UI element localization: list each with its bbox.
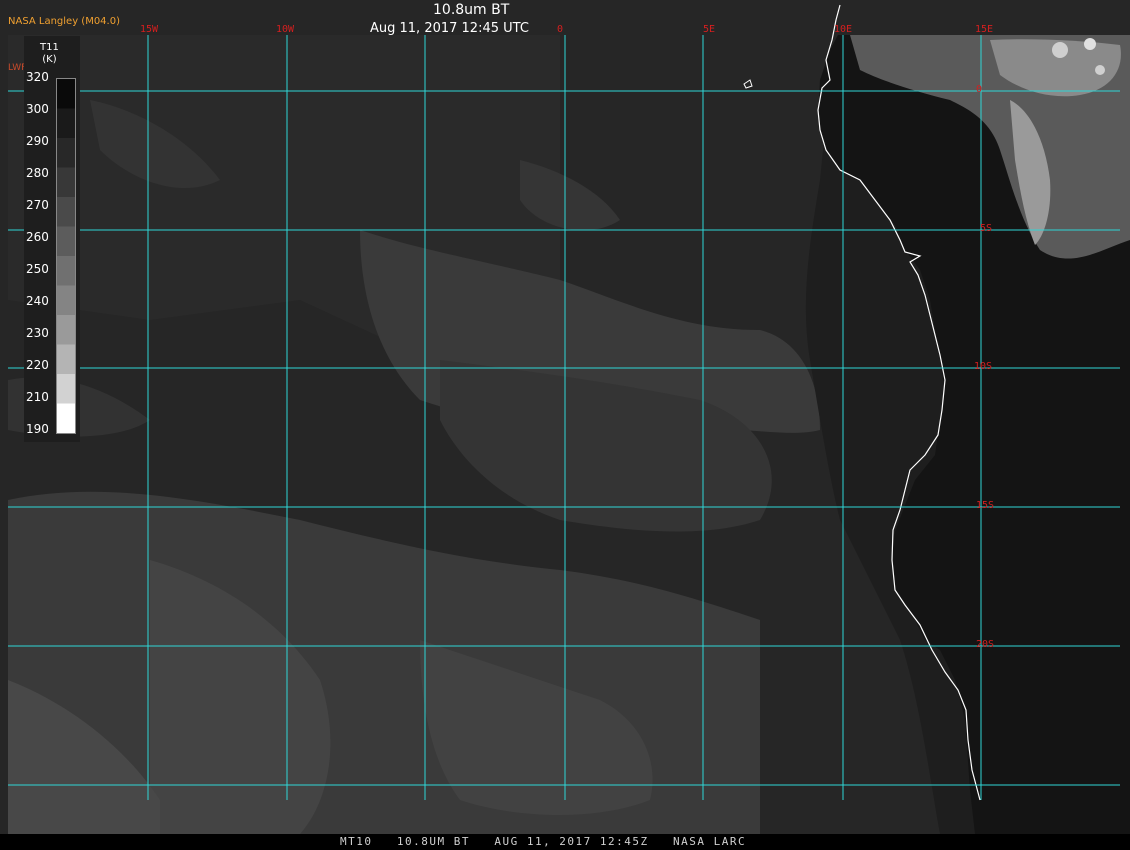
longitude-label: 0 (557, 24, 564, 35)
datetime-label: Aug 11, 2017 12:45 UTC (370, 21, 529, 36)
colorbar-tick-label: 190 (26, 422, 49, 436)
colorbar-tick-label: 250 (26, 262, 49, 276)
colorbar-variable: T11 (40, 42, 59, 53)
organization-label: NASA Langley (M04.0) (8, 16, 120, 27)
colorbar-tick-label: 260 (26, 230, 49, 244)
latitude-label: 15S (976, 500, 995, 511)
colorbar-tick-label: 240 (26, 294, 49, 308)
latitude-label: 5S (980, 223, 993, 234)
colorbar-scale (56, 78, 76, 434)
longitude-label: 10W (276, 24, 295, 35)
colorbar-tick-label: 290 (26, 134, 49, 148)
longitude-label: 15E (975, 24, 994, 35)
colorbar-tick-label: 270 (26, 198, 49, 212)
footer-bar: MT10 10.8UM BT AUG 11, 2017 12:45Z NASA … (0, 834, 1130, 850)
satellite-map (0, 0, 1130, 850)
longitude-label: 5E (703, 24, 716, 35)
colorbar-tick-label: 280 (26, 166, 49, 180)
colorbar-tick-label: 220 (26, 358, 49, 372)
colorbar-tick-label: 210 (26, 390, 49, 404)
longitude-label: 10E (834, 24, 853, 35)
colorbar-unit: (K) (42, 54, 57, 65)
latitude-label: 10S (974, 361, 993, 372)
longitude-label: 15W (140, 24, 159, 35)
colorbar-tick-label: 320 (26, 70, 49, 84)
footer-caption: MT10 10.8UM BT AUG 11, 2017 12:45Z NASA … (340, 835, 747, 848)
colorbar-title: T11 (K) (40, 42, 59, 66)
colorbar-tick-label: 300 (26, 102, 49, 116)
latitude-label: 0 (976, 84, 983, 95)
colorbar-tick-label: 230 (26, 326, 49, 340)
latitude-label: 20S (976, 639, 995, 650)
product-title: 10.8um BT (433, 2, 510, 18)
